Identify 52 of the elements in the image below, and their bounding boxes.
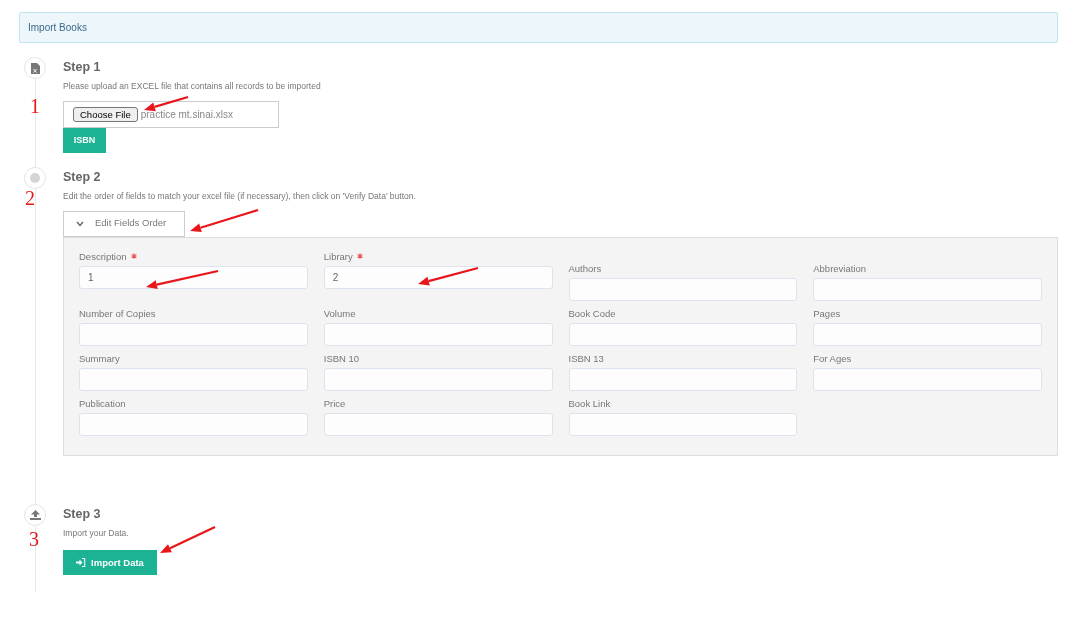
text-field[interactable]	[568, 367, 798, 391]
choose-file-button[interactable]: Choose File	[73, 106, 138, 122]
field-label: Book Link	[568, 396, 611, 411]
sign-in-icon	[76, 558, 87, 568]
field-label: Abbreviation	[813, 261, 867, 276]
annotation-number: 3	[29, 529, 39, 549]
chevron-down-icon	[76, 220, 84, 227]
field-label: For Ages	[813, 351, 852, 366]
text-field[interactable]: 1	[79, 265, 308, 289]
annotation-arrow	[144, 95, 189, 112]
field-label: ISBN 10	[323, 351, 360, 366]
field-label: Library	[323, 249, 353, 264]
text-field[interactable]	[568, 277, 798, 301]
step-title: Step 2	[63, 168, 101, 185]
text-field[interactable]	[813, 322, 1042, 346]
text-field[interactable]	[79, 412, 308, 436]
field-label: Description	[79, 249, 127, 264]
field-label: Volume	[323, 306, 356, 321]
field-label: Publication	[79, 396, 126, 411]
text-field[interactable]	[323, 412, 553, 436]
page-title: Import Books	[28, 21, 87, 35]
text-field[interactable]: 2	[323, 265, 553, 289]
text-field[interactable]	[813, 277, 1042, 301]
field-label: Authors	[568, 261, 602, 276]
annotation-arrow	[160, 526, 216, 553]
file-input[interactable]: Choose File practice mt.sinai.xlsx	[63, 100, 279, 128]
step-title: Step 1	[63, 59, 101, 75]
step-description: Please upload an EXCEL file that contains all records to be imported	[63, 80, 321, 93]
field-label: Pages	[813, 306, 841, 321]
excel-file-icon	[30, 62, 40, 74]
annotation-number: 1	[30, 96, 40, 116]
field-label: Summary	[79, 351, 120, 366]
upload-icon	[29, 509, 41, 520]
step-description: Import your Data.	[63, 526, 129, 540]
step-title: Step 3	[63, 505, 101, 522]
annotation-arrow	[418, 266, 479, 286]
text-field[interactable]	[568, 322, 798, 346]
field-label: Book Code	[568, 306, 616, 321]
text-field[interactable]	[323, 322, 553, 346]
field-label: ISBN 13	[568, 351, 604, 366]
field-label: Number of Copies	[79, 306, 156, 321]
text-field[interactable]	[323, 367, 553, 391]
text-field[interactable]	[813, 367, 1042, 391]
annotation-number: 2	[25, 188, 35, 208]
text-field[interactable]	[568, 412, 798, 436]
step-description: Edit the order of fields to match your excel file (if necessary), then click on 'Verify Data' button.	[63, 189, 416, 203]
field-label: Price	[323, 396, 346, 411]
text-field[interactable]	[79, 367, 308, 391]
file-name: practice mt.sinai.xlsx	[140, 107, 233, 122]
text-field[interactable]	[79, 322, 308, 346]
edit-fields-order-toggle[interactable]: Edit Fields Order	[63, 210, 185, 237]
annotation-arrow	[190, 208, 259, 233]
